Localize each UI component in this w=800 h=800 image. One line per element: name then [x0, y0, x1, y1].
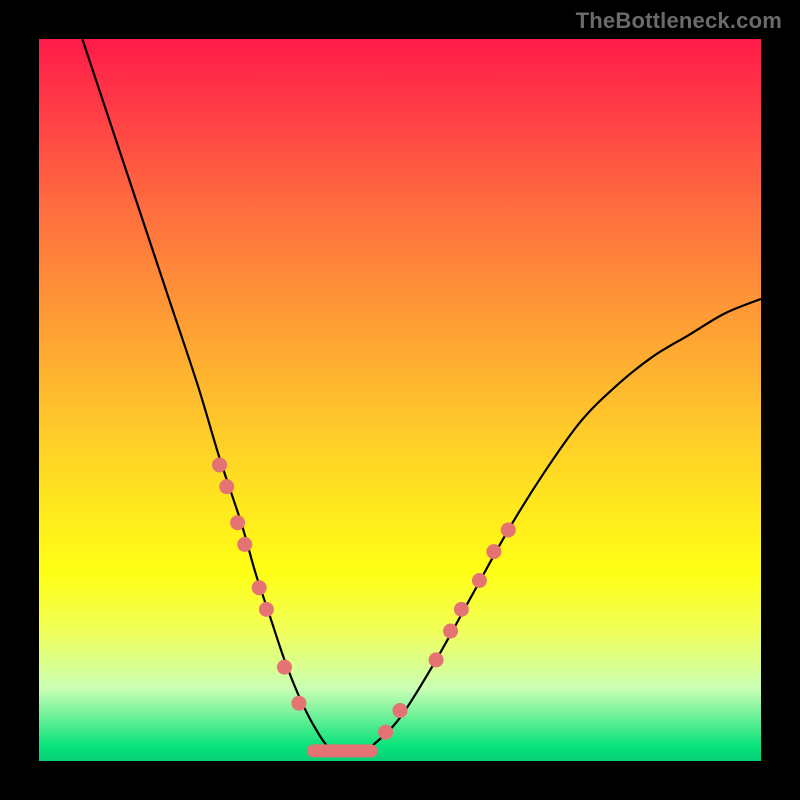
data-marker: [252, 580, 267, 595]
data-marker: [259, 602, 274, 617]
data-marker: [429, 652, 444, 667]
data-marker: [501, 522, 516, 537]
plot-area: [39, 39, 761, 761]
data-marker: [237, 537, 252, 552]
bottleneck-curve: [39, 39, 761, 761]
data-marker: [472, 573, 487, 588]
watermark-text: TheBottleneck.com: [576, 8, 782, 34]
data-marker: [443, 624, 458, 639]
data-marker: [378, 725, 393, 740]
chart-frame: TheBottleneck.com: [0, 0, 800, 800]
data-marker: [277, 660, 292, 675]
data-marker: [486, 544, 501, 559]
data-marker: [393, 703, 408, 718]
data-marker: [454, 602, 469, 617]
data-marker: [291, 696, 306, 711]
data-marker: [212, 457, 227, 472]
data-marker: [219, 479, 234, 494]
data-marker: [230, 515, 245, 530]
